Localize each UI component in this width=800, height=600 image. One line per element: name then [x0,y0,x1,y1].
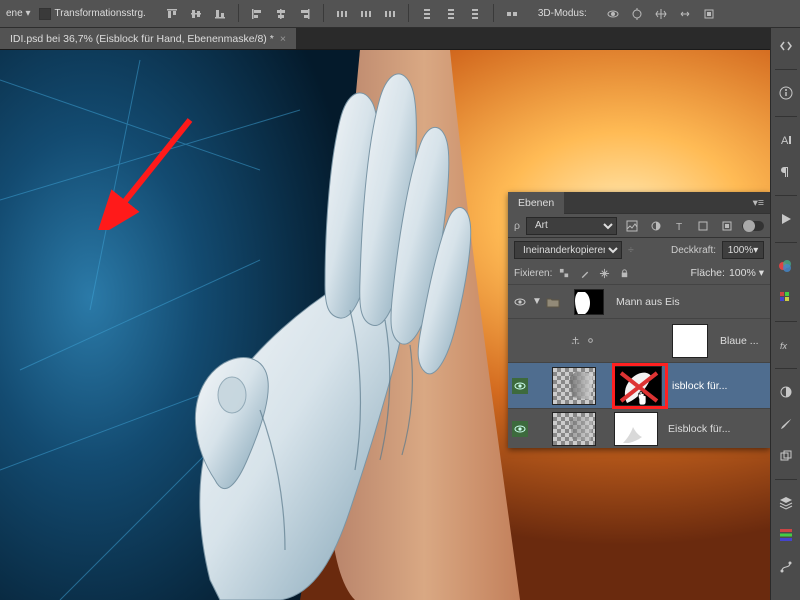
align-left-edges-icon[interactable] [247,4,267,24]
panel-menu-icon[interactable]: ▾≡ [747,197,770,209]
filter-pixel-icon[interactable] [623,217,641,235]
layers-icon[interactable] [774,491,798,515]
expand-panels-icon[interactable] [774,34,798,58]
paragraph-icon[interactable] [774,160,798,184]
document-tab[interactable]: IDI.psd bei 36,7% (Eisblock für Hand, Eb… [0,28,296,49]
filter-type-icon[interactable]: T [671,217,689,235]
layers-tab[interactable]: Ebenen [508,192,564,214]
svg-text:T: T [676,222,682,232]
mask-link-icon[interactable] [600,371,610,401]
layer-filter-row: ρ Art T [508,214,770,238]
align-top-edges-icon[interactable] [162,4,182,24]
svg-text:fx: fx [780,341,788,351]
swatches-icon[interactable] [774,286,798,310]
fill-label: Fläche: [691,267,725,279]
layers-list: ▼ Mann aus Eis Blaue ... [508,284,770,448]
blend-mode-select[interactable]: Ineinanderkopieren [514,241,622,259]
svg-text:A: A [781,135,789,147]
transform-controls-checkbox[interactable]: Transformationsstrg. [39,8,146,20]
lock-position-icon[interactable] [596,265,612,281]
mode-3d-label: 3D-Modus: [538,8,587,19]
close-icon[interactable]: × [280,33,286,45]
distribute-v2-icon[interactable] [441,4,461,24]
align-vcenter-icon[interactable] [186,4,206,24]
align-right-edges-icon[interactable] [295,4,315,24]
brush-icon[interactable] [774,412,798,436]
layer-group-row[interactable]: ▼ Mann aus Eis [508,284,770,318]
opacity-label: Deckkraft: [671,245,716,256]
auto-align-icon[interactable] [502,4,522,24]
filter-shape-icon[interactable] [695,217,713,235]
options-dropdown[interactable]: ene ▾ [6,8,31,19]
lock-pixels-icon[interactable] [576,265,592,281]
visibility-eye-icon[interactable] [512,421,528,437]
channels-icon[interactable] [774,523,798,547]
layer-mask-thumbnail[interactable] [614,412,658,446]
layers-panel: Ebenen ▾≡ ρ Art T Ineinanderkopieren ÷ D… [508,192,770,448]
link-icon [585,335,596,346]
blend-opacity-row: Ineinanderkopieren ÷ Deckkraft: 100% ▾ [508,238,770,262]
filter-adjust-icon[interactable] [647,217,665,235]
filter-toggle-switch[interactable] [742,221,764,231]
opacity-value[interactable]: 100% ▾ [722,241,764,259]
mask-link-icon[interactable] [600,414,610,444]
document-tabbar: IDI.psd bei 36,7% (Eisblock für Hand, Eb… [0,28,800,50]
adjustment-mask-thumbnail[interactable] [672,324,708,358]
filter-kind-icon: ρ [514,220,520,232]
3d-roll-icon[interactable] [627,4,647,24]
disclosure-triangle-icon[interactable]: ▼ [532,296,542,307]
document-tab-title: IDI.psd bei 36,7% (Eisblock für Hand, Eb… [10,33,274,45]
color-panel-icon[interactable] [774,254,798,278]
align-hcenter-icon[interactable] [271,4,291,24]
distribute-v-icon[interactable] [417,4,437,24]
lock-label: Fixieren: [514,268,552,279]
character-icon[interactable]: A [774,128,798,152]
styles-fx-icon[interactable]: fx [774,333,798,357]
layer-name-label: isblock für... [672,380,727,392]
distribute-h-icon[interactable] [332,4,352,24]
3d-orbit-icon[interactable] [603,4,623,24]
actions-play-icon[interactable] [774,207,798,231]
filter-kind-select[interactable]: Art [526,217,617,235]
options-bar: ene ▾ Transformationsstrg. 3D-Modus: [0,0,800,28]
layer-name-label: Mann aus Eis [616,296,680,308]
layer-name-label: Blaue ... [720,335,766,347]
3d-pan-icon[interactable] [651,4,671,24]
layer-thumbnail[interactable] [552,412,596,446]
filter-smart-icon[interactable] [718,217,736,235]
layer-name-label: Eisblock für... [668,423,730,435]
layer-thumbnail[interactable] [552,367,596,405]
distribute-h2-icon[interactable] [356,4,376,24]
info-icon[interactable] [774,81,798,105]
layer-adjustment-row[interactable]: Blaue ... [508,318,770,362]
checkbox-icon [39,8,51,20]
balance-icon [570,335,581,346]
right-panel-strip: A fx [770,28,800,600]
group-mask-thumbnail[interactable] [574,289,604,315]
paths-icon[interactable] [774,555,798,579]
annotation-highlight-box [612,363,668,409]
visibility-eye-icon[interactable] [512,378,528,394]
lock-transparency-icon[interactable] [556,265,572,281]
align-icons-group [162,4,522,24]
layer-row[interactable]: Eisblock für... [508,408,770,448]
fill-value[interactable]: 100% ▾ [729,267,764,279]
distribute-h3-icon[interactable] [380,4,400,24]
lock-all-icon[interactable] [616,265,632,281]
layer-indicator-icons [570,335,596,346]
3d-icons-group [603,4,719,24]
3d-scale-icon[interactable] [699,4,719,24]
folder-icon [546,296,560,308]
adjustments-icon[interactable] [774,380,798,404]
align-bottom-edges-icon[interactable] [210,4,230,24]
visibility-eye-icon[interactable] [512,294,528,310]
distribute-v3-icon[interactable] [465,4,485,24]
layers-panel-tabbar: Ebenen ▾≡ [508,192,770,214]
3d-slide-icon[interactable] [675,4,695,24]
lock-fill-row: Fixieren: Fläche: 100% ▾ [508,262,770,284]
clone-source-icon[interactable] [774,444,798,468]
layer-row-selected[interactable]: isblock für... [508,362,770,408]
